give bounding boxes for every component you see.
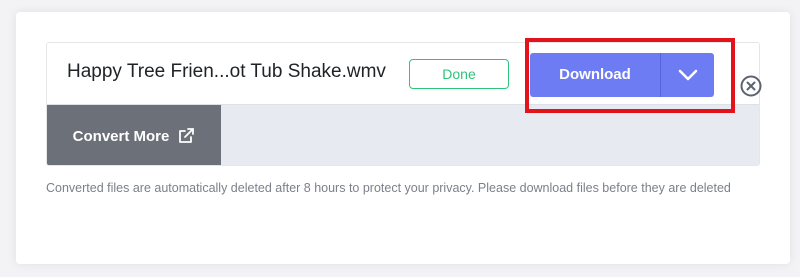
conversion-result-card: Happy Tree Frien...ot Tub Shake.wmv Done… <box>16 12 790 264</box>
chevron-down-icon <box>678 69 697 81</box>
status-badge-done: Done <box>409 59 509 89</box>
external-link-icon <box>179 128 195 143</box>
download-split-button: Download <box>530 53 714 97</box>
close-circle-icon <box>740 75 762 97</box>
download-options-button[interactable] <box>661 53 714 97</box>
privacy-notice: Converted files are automatically delete… <box>46 181 731 195</box>
remove-file-button[interactable] <box>740 75 762 97</box>
download-button[interactable]: Download <box>530 53 660 97</box>
file-name: Happy Tree Frien...ot Tub Shake.wmv <box>67 61 386 82</box>
convert-more-button[interactable]: Convert More <box>47 105 221 165</box>
action-row: Convert More <box>47 104 759 165</box>
convert-more-label: Convert More <box>72 127 170 145</box>
